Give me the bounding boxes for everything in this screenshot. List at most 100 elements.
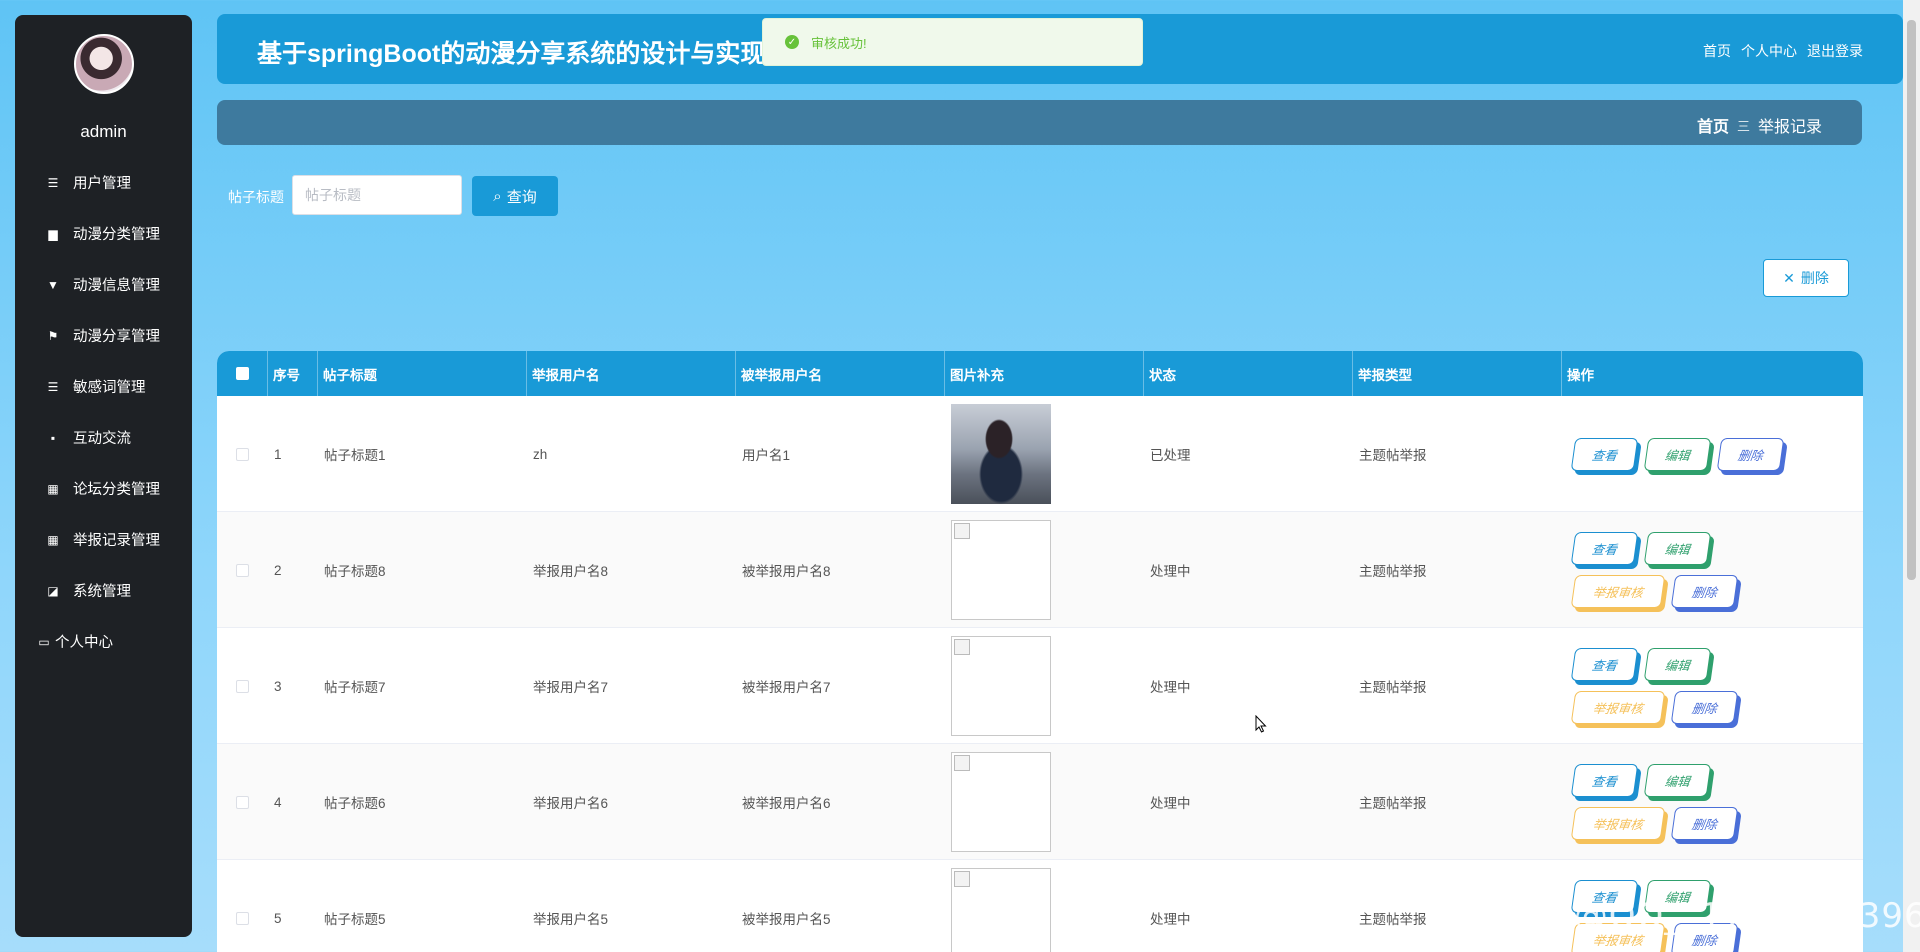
delete-button[interactable]: 删除 <box>1716 437 1785 471</box>
sidebar-item-label: 动漫分类管理 <box>73 227 160 243</box>
cell-reporter: 举报用户名7 <box>533 680 609 695</box>
sidebar-item-sensitive-words[interactable]: ☰ 敏感词管理 <box>15 361 192 412</box>
view-button[interactable]: 查看 <box>1570 532 1639 565</box>
breadcrumb-home[interactable]: 首页 <box>1697 113 1729 137</box>
cell-title: 帖子标题7 <box>324 680 386 695</box>
home-link[interactable]: 首页 <box>1703 41 1731 61</box>
toast-message: 审核成功! <box>811 35 867 51</box>
sidebar-item-forum-category[interactable]: ▦ 论坛分类管理 <box>15 463 192 514</box>
sidebar-item-anime-info[interactable]: ▼ 动漫信息管理 <box>15 259 192 310</box>
row-checkbox[interactable] <box>235 679 249 693</box>
sidebar-item-anime-category[interactable]: ▆ 动漫分类管理 <box>15 208 192 259</box>
report-image[interactable] <box>951 752 1051 852</box>
broken-image-icon <box>954 871 970 887</box>
table-row: 2 帖子标题8 举报用户名8 被举报用户名8 处理中 主题帖举报 查看 编辑 举报审核 删除 <box>217 512 1863 628</box>
scrollbar-thumb[interactable] <box>1907 20 1916 580</box>
edit-button[interactable]: 编辑 <box>1643 764 1712 797</box>
audit-button[interactable]: 举报审核 <box>1570 575 1666 608</box>
row-checkbox[interactable] <box>235 911 249 925</box>
app-title: 基于springBoot的动漫分享系统的设计与实现 <box>257 40 766 68</box>
view-button[interactable]: 查看 <box>1570 648 1639 681</box>
header-index: 序号 <box>267 351 317 396</box>
audit-button[interactable]: 举报审核 <box>1570 691 1666 724</box>
row-select[interactable] <box>217 512 267 628</box>
sidebar-item-anime-share[interactable]: ⚑ 动漫分享管理 <box>15 310 192 361</box>
broken-image-icon <box>954 523 970 539</box>
sidebar-item-label: 用户管理 <box>73 176 131 192</box>
delete-button[interactable]: 删除 <box>1670 807 1739 840</box>
grid-icon: ▦ <box>47 481 59 496</box>
report-image[interactable] <box>951 404 1051 504</box>
sidebar-item-system[interactable]: ◪ 系统管理 <box>15 565 192 616</box>
sidebar-item-label: 举报记录管理 <box>73 533 160 549</box>
search-input[interactable] <box>292 175 462 215</box>
row-checkbox[interactable] <box>235 795 249 809</box>
sidebar-item-report-records[interactable]: ▦ 举报记录管理 <box>15 514 192 565</box>
search-button[interactable]: ⌕ 查询 <box>472 176 558 216</box>
search-button-label: 查询 <box>506 188 537 206</box>
edit-button[interactable]: 编辑 <box>1643 437 1712 471</box>
cell-type: 主题帖举报 <box>1359 448 1427 463</box>
header-select-all[interactable] <box>217 351 267 396</box>
view-button[interactable]: 查看 <box>1570 437 1639 471</box>
cell-index: 4 <box>274 794 282 810</box>
flag-icon: ⚑ <box>47 328 59 343</box>
cell-reported: 被举报用户名7 <box>742 680 831 695</box>
row-checkbox[interactable] <box>235 563 249 577</box>
cell-type: 主题帖举报 <box>1359 564 1427 579</box>
cell-reported: 用户名1 <box>742 448 791 463</box>
view-button[interactable]: 查看 <box>1570 764 1639 797</box>
select-all-checkbox[interactable] <box>235 367 249 380</box>
row-select[interactable] <box>217 860 267 952</box>
header-title: 帖子标题 <box>317 351 526 396</box>
report-image[interactable] <box>951 520 1051 620</box>
page-scrollbar[interactable] <box>1903 0 1920 952</box>
chart-icon: ◪ <box>47 583 59 598</box>
cell-image <box>944 860 1143 952</box>
edit-button[interactable]: 编辑 <box>1643 532 1712 565</box>
search-label: 帖子标题 <box>228 189 284 205</box>
cell-type: 主题帖举报 <box>1359 796 1427 811</box>
delete-button[interactable]: 删除 <box>1670 575 1739 608</box>
sidebar-item-label: 动漫分享管理 <box>73 329 160 345</box>
table-row: 1 帖子标题1 zh 用户名1 已处理 主题帖举报 查看 编辑 删除 <box>217 396 1863 512</box>
cell-image <box>944 744 1143 860</box>
sidebar-item-interaction[interactable]: ▪ 互动交流 <box>15 412 192 463</box>
cell-status: 处理中 <box>1150 796 1191 811</box>
report-table: 序号 帖子标题 举报用户名 被举报用户名 图片补充 状态 举报类型 操作 1 帖子… <box>217 351 1863 952</box>
watermark: CSDN @QQ__1795806396 <box>1461 896 1920 936</box>
search-icon: ⌕ <box>493 187 502 205</box>
report-image[interactable] <box>951 868 1051 952</box>
cell-reporter: 举报用户名8 <box>533 564 609 579</box>
delete-button[interactable]: 删除 <box>1670 691 1739 724</box>
sidebar-item-personal-center[interactable]: ▭ 个人中心 <box>15 616 192 667</box>
edit-button[interactable]: 编辑 <box>1643 648 1712 681</box>
personal-center-link[interactable]: 个人中心 <box>1741 41 1797 61</box>
avatar[interactable] <box>74 34 134 94</box>
audit-button[interactable]: 举报审核 <box>1570 807 1666 840</box>
cell-actions: 查看 编辑举报审核 删除 <box>1561 628 1863 744</box>
broken-image-icon <box>954 639 970 655</box>
breadcrumb-current: 举报记录 <box>1757 119 1822 136</box>
table-row: 4 帖子标题6 举报用户名6 被举报用户名6 处理中 主题帖举报 查看 编辑 举报审核 删除 <box>217 744 1863 860</box>
row-select[interactable] <box>217 628 267 744</box>
table-header: 序号 帖子标题 举报用户名 被举报用户名 图片补充 状态 举报类型 操作 <box>217 351 1863 396</box>
header-actions: 操作 <box>1561 351 1863 396</box>
sidebar-item-users[interactable]: ☰ 用户管理 <box>15 157 192 208</box>
cell-title: 帖子标题1 <box>324 448 386 463</box>
report-image[interactable] <box>951 636 1051 736</box>
sidebar-item-label: 动漫信息管理 <box>73 278 160 294</box>
row-select[interactable] <box>217 744 267 860</box>
action-buttons: 查看 编辑举报审核 删除 <box>1568 764 1808 840</box>
sidebar: admin ☰ 用户管理 ▆ 动漫分类管理 ▼ 动漫信息管理 ⚑ 动漫分享管理 … <box>15 15 192 937</box>
row-checkbox[interactable] <box>235 447 249 461</box>
batch-delete-button[interactable]: ✕ 删除 <box>1763 259 1849 297</box>
sidebar-item-label: 互动交流 <box>73 431 131 447</box>
cell-reported: 被举报用户名8 <box>742 564 831 579</box>
header-links: 首页 个人中心 退出登录 <box>1703 41 1863 61</box>
sidebar-item-label: 敏感词管理 <box>73 380 146 396</box>
row-select[interactable] <box>217 396 267 512</box>
breadcrumb-bar: 首页 三 举报记录 <box>217 100 1862 145</box>
logout-link[interactable]: 退出登录 <box>1807 41 1863 61</box>
table-row: 3 帖子标题7 举报用户名7 被举报用户名7 处理中 主题帖举报 查看 编辑 举报审核 删除 <box>217 628 1863 744</box>
